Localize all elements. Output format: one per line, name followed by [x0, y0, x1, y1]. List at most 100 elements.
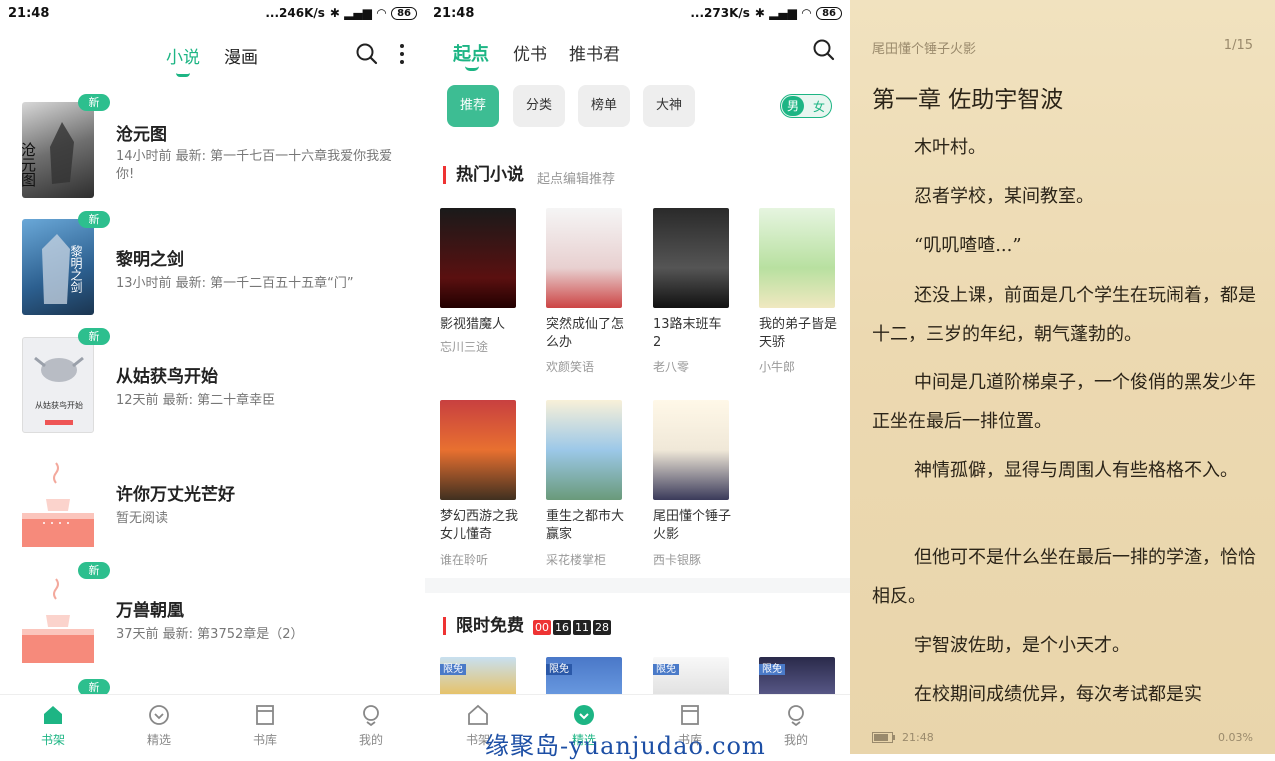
tab-novel[interactable]: 小说	[166, 43, 200, 77]
book-cover[interactable]	[653, 400, 729, 500]
gender-toggle[interactable]: 男 女	[780, 94, 832, 118]
book-cover[interactable]	[653, 208, 729, 308]
timer-seconds: 11	[573, 620, 591, 635]
book-title[interactable]: 13路末班车2	[653, 316, 723, 352]
gender-male: 男	[782, 96, 804, 116]
list-item[interactable]: 从姑获鸟开始 新 从姑获鸟开始 12天前 最新: 第二十章幸臣	[0, 328, 425, 447]
free-badge: 限免	[440, 664, 466, 675]
book-cover[interactable]	[440, 208, 516, 308]
tab-indicator	[176, 73, 190, 77]
status-bar: 21:48 ...246K/s ✱ ▂▄▆ ◠ 86	[0, 0, 425, 28]
status-bar: 21:48 ...273K/s ✱ ▂▄▆ ◠ 86	[425, 0, 850, 28]
status-icons: ...246K/s ✱ ▂▄▆ ◠ 86	[265, 6, 417, 20]
book-title: 许你万丈光芒好	[116, 485, 235, 505]
book-author: 欢颜笑语	[546, 360, 595, 374]
book-cover[interactable]	[546, 208, 622, 308]
nav-label: 我的	[358, 733, 383, 747]
home-icon	[44, 706, 62, 724]
tab-label: 起点	[453, 44, 489, 65]
list-item[interactable]: 沧元图 新 沧元图 14小时前 最新: 第一千七百一十六章我爱你我爱你!	[0, 94, 425, 213]
book-title: 从姑获鸟开始	[116, 367, 218, 387]
book-author: 西卡银豚	[653, 553, 702, 567]
nav-featured[interactable]: 精选	[129, 703, 189, 748]
chip-ranking[interactable]: 榜单	[578, 85, 630, 127]
book-title[interactable]: 尾田懂个锤子火影	[653, 508, 731, 544]
status-icons: ...273K/s ✱ ▂▄▆ ◠ 86	[690, 6, 842, 20]
network-speed: ...246K/s	[265, 6, 325, 20]
nav-library[interactable]: 书库	[235, 703, 295, 748]
search-icon[interactable]	[812, 38, 836, 62]
book-cover[interactable]	[546, 400, 622, 500]
book-author: 忘川三途	[440, 340, 489, 354]
chip-master[interactable]: 大神	[643, 85, 695, 127]
tab-comic[interactable]: 漫画	[224, 43, 258, 68]
book-author: 老八零	[653, 360, 690, 374]
reader-time: 21:48	[902, 731, 934, 744]
paragraph: “叽叽喳喳...”	[914, 235, 1022, 256]
paragraph: 宇智波佐助，是个小天才。	[914, 635, 1130, 656]
book-title[interactable]: 梦幻西游之我女儿懂奇	[440, 508, 520, 544]
tab-tuishujun[interactable]: 推书君	[569, 40, 620, 65]
more-icon[interactable]	[398, 42, 406, 66]
new-badge: 新	[78, 328, 110, 345]
reader-screen[interactable]: 尾田懂个锤子火影 1/15 第一章 佐助宇智波 木叶村。 忍者学校，某间教室。 …	[850, 0, 1275, 754]
countdown-timer: 00 16 11 28	[533, 620, 611, 635]
bottom-nav: 书架 精选 书库 我的	[0, 694, 425, 754]
free-badge: 限免	[653, 664, 679, 675]
top-tabs: 小说 漫画	[0, 40, 425, 77]
new-badge: 新	[78, 562, 110, 579]
reader-footer-left: 21:48	[872, 731, 934, 744]
paragraph: 在校期间成绩优异，每次考试都是实	[914, 684, 1202, 705]
reader-progress: 0.03%	[1218, 731, 1253, 744]
book-title[interactable]: 我的弟子皆是天骄	[759, 316, 837, 352]
free-badge: 限免	[546, 664, 572, 675]
book-cover[interactable]: 限免	[546, 657, 622, 697]
book-latest: 13小时前 最新: 第一千二百五十五章“门”	[116, 276, 354, 291]
bookshelf-screen: 21:48 ...246K/s ✱ ▂▄▆ ◠ 86 小说 漫画 沧元图 新 沧…	[0, 0, 425, 754]
book-author: 谁在聆听	[440, 553, 489, 567]
chapter-title: 第一章 佐助宇智波	[872, 87, 1064, 113]
book-cover[interactable]: 限免	[759, 657, 835, 697]
list-item[interactable]: 许你万丈光芒好 暂无阅读	[0, 450, 425, 565]
search-icon[interactable]	[355, 42, 379, 66]
timer-hours: 00	[533, 620, 551, 635]
book-cover[interactable]	[759, 208, 835, 308]
list-item[interactable]: 新 万兽朝凰 37天前 最新: 第3752章是（2）	[0, 562, 425, 681]
book-title[interactable]: 突然成仙了怎么办	[546, 316, 626, 352]
nav-mine[interactable]: 我的	[766, 703, 826, 748]
book-title[interactable]: 影视猎魔人	[440, 316, 525, 334]
chip-recommend[interactable]: 推荐	[447, 85, 499, 127]
svg-text:黎明之剑: 黎明之剑	[69, 245, 83, 293]
home-icon	[468, 704, 488, 725]
list-item[interactable]: 黎明之剑 新 黎明之剑 13小时前 最新: 第一千二百五十五章“门”	[0, 211, 425, 330]
battery-icon	[872, 732, 895, 743]
network-speed: ...273K/s	[690, 6, 750, 20]
profile-icon	[788, 705, 804, 727]
section-title: 限时免费	[443, 617, 524, 635]
book-cover-placeholder	[22, 571, 94, 667]
book-cover: 从姑获鸟开始	[22, 337, 94, 433]
paragraph: 但他可不是什么坐在最后一排的学渣，恰恰相反。	[872, 547, 1256, 607]
tab-youshu[interactable]: 优书	[513, 40, 547, 65]
nav-label: 我的	[783, 733, 808, 747]
nav-label: 精选	[146, 733, 171, 747]
paragraph: 还没上课，前面是几个学生在玩闹着，都是十二，三岁的年纪，朝气蓬勃的。	[872, 285, 1256, 345]
nav-mine[interactable]: 我的	[341, 703, 401, 748]
book-author: 小牛郎	[759, 360, 796, 374]
book-cover[interactable]	[440, 400, 516, 500]
nav-bookshelf[interactable]: 书架	[23, 703, 83, 748]
book-cover: 沧元图	[22, 102, 94, 198]
book-latest: 12天前 最新: 第二十章幸臣	[116, 393, 276, 408]
gender-female: 女	[812, 100, 825, 114]
timer-centis: 28	[593, 620, 611, 635]
book-cover[interactable]: 限免	[653, 657, 729, 697]
featured-icon	[574, 705, 594, 725]
cover-title: 从姑获鸟开始	[35, 400, 83, 410]
paragraph: 神情孤僻，显得与周围人有些格格不入。	[914, 460, 1238, 481]
hot-novels-section: 热门小说 起点编辑推荐 影视猎魔人 忘川三途 突然成仙了怎么办 欢颜笑语 13路…	[425, 148, 850, 578]
book-cover[interactable]: 限免	[440, 657, 516, 697]
tab-qidian[interactable]: 起点	[453, 40, 489, 66]
chip-category[interactable]: 分类	[513, 85, 565, 127]
book-title[interactable]: 重生之都市大赢家	[546, 508, 624, 544]
library-icon	[256, 705, 274, 725]
